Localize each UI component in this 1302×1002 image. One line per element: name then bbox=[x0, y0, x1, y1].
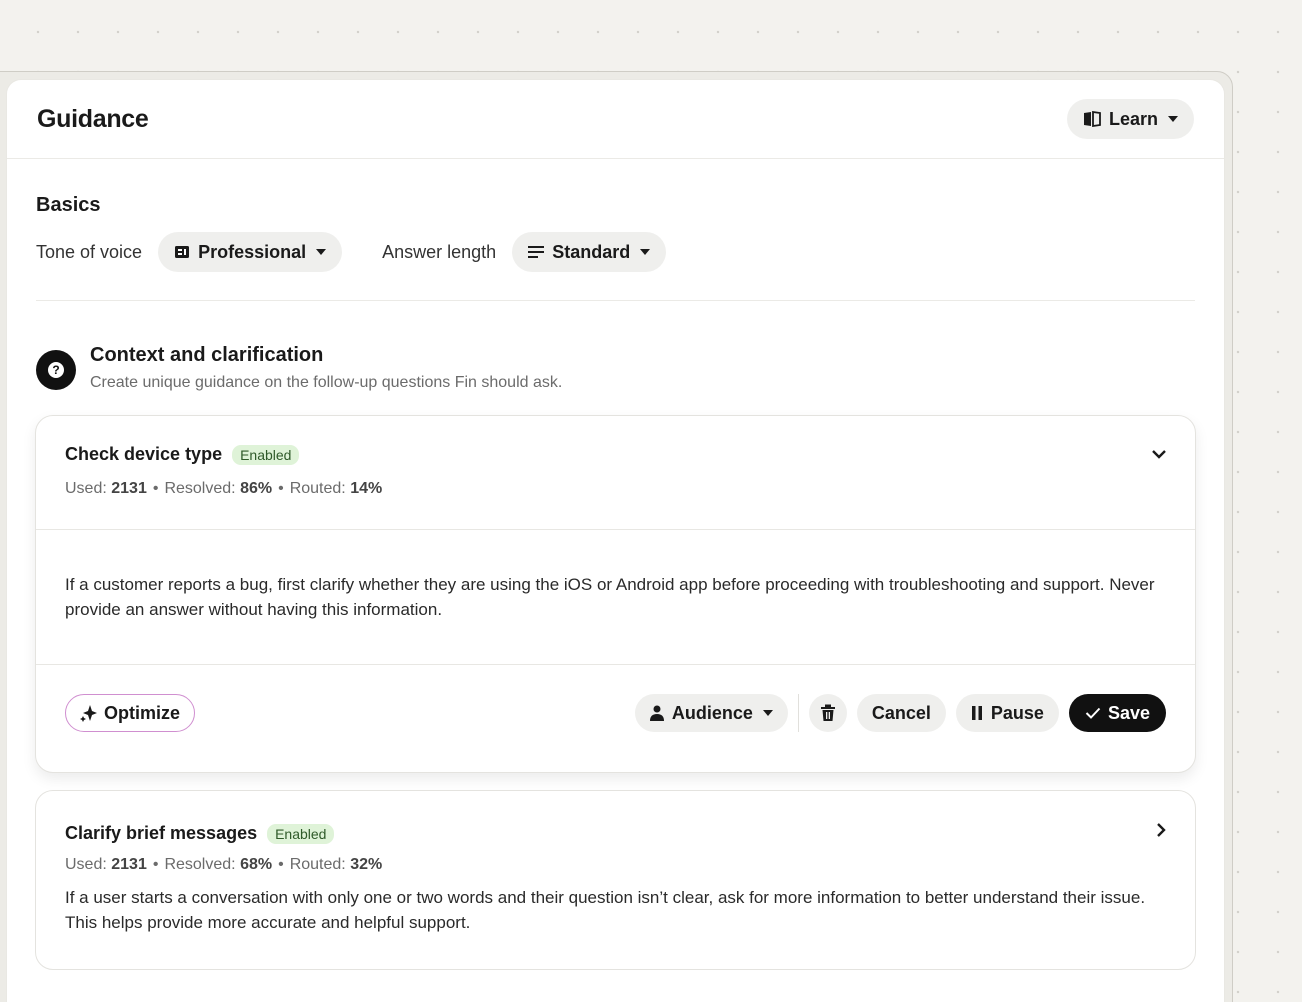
card-title: Check device type bbox=[65, 444, 223, 464]
chevron-right-icon[interactable] bbox=[1155, 822, 1167, 838]
used-count: 2131 bbox=[111, 856, 147, 873]
caret-down-icon bbox=[1168, 116, 1178, 122]
question-icon: ? bbox=[36, 350, 76, 390]
context-title: Context and clarification bbox=[90, 344, 324, 366]
learn-button[interactable]: Learn bbox=[1066, 99, 1194, 139]
caret-down-icon bbox=[316, 249, 327, 255]
length-label: Answer length bbox=[382, 241, 497, 262]
guidance-panel: Guidance Learn Basics Tone of voice Prof… bbox=[7, 80, 1224, 1002]
guidance-card-clarify-brief[interactable]: Clarify brief messages Enabled Used: 213… bbox=[35, 790, 1196, 970]
basics-row: Tone of voice Professional Answer length bbox=[36, 232, 1195, 272]
section-divider bbox=[36, 300, 1195, 301]
chevron-down-icon[interactable] bbox=[1151, 448, 1167, 460]
used-count: 2131 bbox=[111, 480, 147, 497]
text-lines-icon bbox=[528, 246, 545, 258]
page-title: Guidance bbox=[37, 104, 149, 133]
save-button[interactable]: Save bbox=[1068, 694, 1166, 732]
pause-label: Pause bbox=[990, 702, 1044, 723]
check-icon bbox=[1085, 707, 1101, 719]
caret-down-icon bbox=[640, 249, 651, 255]
optimize-button[interactable]: Optimize bbox=[65, 694, 196, 732]
context-subtitle: Create unique guidance on the follow-up … bbox=[90, 374, 563, 391]
guidance-text[interactable]: If a customer reports a bug, first clari… bbox=[36, 530, 1195, 664]
delete-button[interactable] bbox=[808, 694, 847, 732]
context-header: ? Context and clarification Create uniqu… bbox=[36, 344, 1195, 392]
guidance-card-check-device[interactable]: Check device type Enabled Used: 2131 • Res… bbox=[35, 415, 1196, 773]
book-icon bbox=[1083, 111, 1101, 127]
card-stats: Used: 2131 • Resolved: 86% • Routed: 14% bbox=[65, 480, 383, 497]
routed-rate: 32% bbox=[350, 856, 383, 873]
briefcase-icon bbox=[175, 246, 190, 258]
audience-label: Audience bbox=[671, 702, 753, 723]
status-badge: Enabled bbox=[232, 444, 300, 465]
vertical-divider bbox=[797, 694, 799, 732]
learn-label: Learn bbox=[1108, 108, 1158, 129]
status-badge: Enabled bbox=[267, 823, 335, 844]
basics-title: Basics bbox=[36, 194, 101, 216]
length-value: Standard bbox=[552, 241, 631, 262]
trash-icon bbox=[820, 704, 835, 721]
cancel-button[interactable]: Cancel bbox=[856, 694, 946, 732]
tone-label: Tone of voice bbox=[36, 241, 143, 262]
resolved-rate: 68% bbox=[240, 856, 273, 873]
caret-down-icon bbox=[762, 710, 773, 716]
sparkle-icon bbox=[80, 705, 97, 722]
tone-value: Professional bbox=[198, 241, 307, 262]
save-label: Save bbox=[1107, 702, 1150, 723]
routed-rate: 14% bbox=[350, 480, 383, 497]
cancel-label: Cancel bbox=[871, 702, 931, 723]
person-icon bbox=[649, 705, 664, 721]
resolved-rate: 86% bbox=[240, 480, 273, 497]
length-select[interactable]: Standard bbox=[512, 232, 667, 272]
card-stats: Used: 2131 • Resolved: 68% • Routed: 32% bbox=[65, 856, 383, 873]
optimize-label: Optimize bbox=[104, 702, 181, 723]
card-title: Clarify brief messages bbox=[65, 823, 258, 843]
panel-header: Guidance Learn bbox=[7, 80, 1224, 159]
card-footer: Optimize Audience Cancel Pause Save bbox=[36, 665, 1195, 761]
tone-select[interactable]: Professional bbox=[158, 232, 343, 272]
pause-button[interactable]: Pause bbox=[955, 694, 1059, 732]
audience-select[interactable]: Audience bbox=[634, 694, 788, 732]
pause-icon bbox=[971, 706, 982, 720]
guidance-text: If a user starts a conversation with onl… bbox=[65, 888, 1146, 932]
